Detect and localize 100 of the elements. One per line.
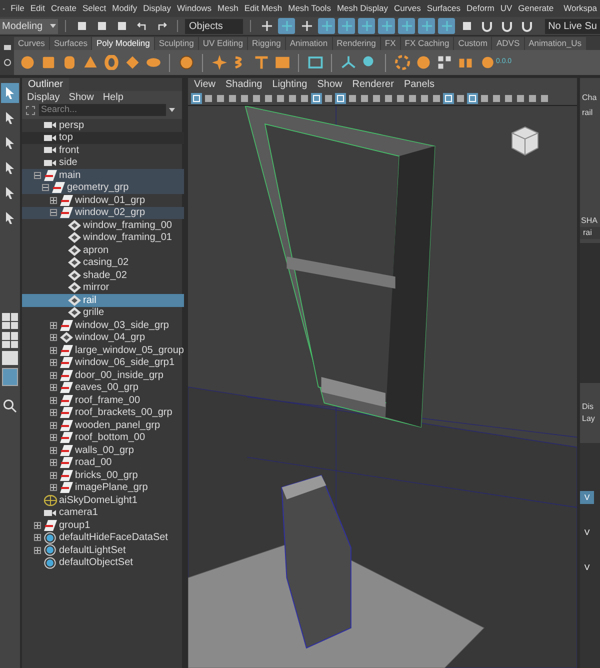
viewport-tool-icon[interactable] bbox=[191, 92, 202, 104]
expand-icon[interactable] bbox=[34, 534, 41, 542]
outliner-item[interactable]: roof_brackets_00_grp bbox=[22, 406, 184, 419]
outliner-item[interactable]: persp bbox=[22, 119, 184, 132]
expand-icon[interactable] bbox=[50, 322, 57, 329]
caret-icon[interactable] bbox=[169, 108, 175, 112]
outliner-item[interactable]: roof_frame_00 bbox=[22, 394, 184, 406]
viewport-tool-icon[interactable] bbox=[431, 92, 442, 104]
expand-icon[interactable] bbox=[50, 396, 57, 404]
viewport-tool-icon[interactable] bbox=[515, 92, 526, 104]
viewport-tool-icon[interactable] bbox=[299, 92, 310, 104]
outliner-item[interactable]: defaultObjectSet bbox=[22, 556, 184, 569]
outliner-item[interactable]: window_framing_00 bbox=[22, 219, 184, 232]
shelf-tab[interactable]: Sculpting bbox=[154, 37, 198, 50]
collapse-icon[interactable] bbox=[42, 184, 49, 192]
viewport-tool-icon[interactable] bbox=[395, 92, 406, 104]
expand-icon[interactable] bbox=[50, 434, 57, 442]
viewport-tool-icon[interactable] bbox=[455, 92, 466, 104]
menu-item[interactable]: Panels bbox=[404, 77, 435, 92]
menu-item[interactable]: Mesh bbox=[218, 2, 238, 15]
shelf-tab[interactable]: FX bbox=[380, 37, 400, 50]
outliner-item[interactable]: eaves_00_grp bbox=[22, 382, 184, 394]
grid-panel-icon[interactable] bbox=[306, 54, 324, 72]
viewport-tool-icon[interactable] bbox=[215, 92, 226, 104]
visibility-toggle[interactable]: V bbox=[580, 561, 594, 574]
viewport-tool-icon[interactable] bbox=[419, 92, 430, 104]
outliner-item[interactable]: window_02_grp bbox=[22, 206, 184, 219]
circle-dashed-icon[interactable] bbox=[393, 54, 411, 72]
outliner-item[interactable]: casing_02 bbox=[22, 256, 184, 269]
viewport-tool-icon[interactable] bbox=[275, 92, 286, 104]
menu-item[interactable]: Modify bbox=[112, 2, 138, 15]
outliner-item[interactable]: rail bbox=[22, 294, 184, 306]
torus-icon[interactable] bbox=[102, 54, 120, 72]
viewport-tool-icon[interactable] bbox=[383, 92, 394, 104]
shelf-tab[interactable]: Surfaces bbox=[50, 37, 92, 50]
outliner-item[interactable]: apron bbox=[22, 244, 184, 256]
viewport-tool-icon[interactable] bbox=[251, 92, 262, 104]
menu-item[interactable]: Workspa bbox=[564, 2, 597, 15]
shelf-tab[interactable]: Animation_Us bbox=[524, 37, 586, 50]
expand-icon[interactable] bbox=[50, 372, 57, 379]
menu-item[interactable]: Show bbox=[68, 90, 94, 104]
outliner-item[interactable]: defaultLightSet bbox=[22, 544, 184, 556]
expand-icon[interactable] bbox=[50, 359, 57, 366]
live-surface-field[interactable]: No Live Su bbox=[545, 18, 600, 34]
viewport-tool-icon[interactable] bbox=[407, 92, 418, 104]
menu-item[interactable]: Lighting bbox=[272, 77, 308, 92]
outliner-item[interactable]: bricks_00_grp bbox=[22, 469, 184, 482]
viewport-tool-icon[interactable] bbox=[503, 92, 514, 104]
outliner-item[interactable]: main bbox=[22, 169, 184, 182]
menu-item[interactable]: UV bbox=[500, 2, 512, 15]
viewport-tool-icon[interactable] bbox=[443, 92, 454, 104]
menu-item[interactable]: Windows bbox=[177, 2, 212, 15]
menu-item[interactable]: Edit Mesh bbox=[244, 2, 282, 15]
viewport-tool-icon[interactable] bbox=[239, 92, 250, 104]
collapse-icon[interactable] bbox=[50, 209, 57, 216]
outliner-item[interactable]: shade_02 bbox=[22, 269, 184, 282]
viewport-tool-icon[interactable] bbox=[203, 92, 214, 104]
expand-icon[interactable] bbox=[34, 522, 41, 529]
shelf-tab[interactable]: Animation bbox=[286, 37, 332, 50]
panel-tab[interactable]: Dis bbox=[580, 401, 600, 413]
outliner-item[interactable]: aiSkyDomeLight1 bbox=[22, 494, 184, 506]
expand-icon[interactable] bbox=[50, 409, 57, 416]
outliner-item[interactable]: window_framing_01 bbox=[22, 232, 184, 244]
viewport-tool-icon[interactable] bbox=[527, 92, 538, 104]
outliner-item[interactable]: window_04_grp bbox=[22, 332, 184, 344]
shelf-tab[interactable]: Custom bbox=[454, 37, 492, 50]
expand-icon[interactable] bbox=[50, 484, 57, 492]
menu-set-dropdown[interactable]: Modeling bbox=[0, 18, 58, 34]
viewport-tool-icon[interactable] bbox=[359, 92, 370, 104]
outliner-item[interactable]: walls_00_grp bbox=[22, 444, 184, 456]
four-pane-layout-icon[interactable] bbox=[2, 332, 18, 348]
outliner-item[interactable]: window_06_side_grp1 bbox=[22, 356, 184, 369]
panel-tab[interactable]: Outliner bbox=[22, 78, 70, 91]
expand-icon[interactable] bbox=[50, 422, 57, 429]
outliner-item[interactable]: roof_bottom_00 bbox=[22, 432, 184, 444]
settings-icon[interactable] bbox=[4, 59, 10, 66]
outliner-item[interactable]: window_03_side_grp bbox=[22, 319, 184, 332]
viewport-tool-icon[interactable] bbox=[491, 92, 502, 104]
outliner-item[interactable]: defaultHideFaceDataSet bbox=[22, 532, 184, 544]
menu-item[interactable]: Deform bbox=[466, 2, 494, 15]
filter-icon[interactable] bbox=[26, 106, 35, 114]
viewport-tool-icon[interactable] bbox=[287, 92, 298, 104]
menu-item[interactable]: Mesh Display bbox=[336, 2, 388, 15]
outliner-item[interactable]: camera1 bbox=[22, 506, 184, 519]
outliner-item[interactable]: road_00 bbox=[22, 456, 184, 469]
visibility-toggle[interactable]: V bbox=[580, 526, 594, 539]
menu-item[interactable]: Lay bbox=[580, 413, 600, 425]
outliner-item[interactable]: top bbox=[22, 132, 184, 144]
visibility-toggle[interactable]: V bbox=[580, 491, 594, 504]
viewport-tool-icon[interactable] bbox=[467, 92, 478, 104]
shelf-tab[interactable]: FX Caching bbox=[400, 37, 454, 50]
viewport-tool-icon[interactable] bbox=[323, 92, 334, 104]
viewport-tool-icon[interactable] bbox=[263, 92, 274, 104]
menu-item[interactable]: Select bbox=[82, 2, 106, 15]
expand-icon[interactable] bbox=[50, 384, 57, 392]
viewport-tool-icon[interactable] bbox=[335, 92, 346, 104]
shelf-tab[interactable]: Poly Modeling bbox=[92, 37, 154, 50]
expand-icon[interactable] bbox=[50, 446, 57, 454]
outliner-item[interactable]: imagePlane_grp bbox=[22, 482, 184, 494]
outliner-item[interactable]: window_01_grp bbox=[22, 194, 184, 206]
